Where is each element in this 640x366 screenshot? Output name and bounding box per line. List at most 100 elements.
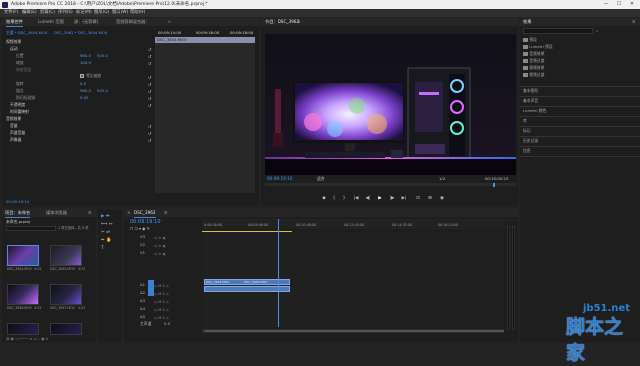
menu-graphics[interactable]: 图形(G) [94, 9, 109, 17]
fx-position-x-value[interactable]: 960.0 [80, 53, 91, 59]
timeline-tool-icons[interactable]: ⊓ ⊐ ▾ ◆ ✎ [130, 226, 150, 231]
panel-lumetri-color[interactable]: Lumetri 颜色 [523, 108, 546, 114]
track-label-v2[interactable]: V2 [140, 242, 145, 248]
step-forward-icon[interactable]: |▶ [389, 196, 395, 202]
effects-folder-video-effects[interactable]: 视频效果 [523, 65, 544, 71]
razor-tool-icon[interactable]: ✂ [101, 229, 105, 237]
track-label-a5[interactable]: A5 [140, 314, 145, 320]
clip-thumbnail[interactable] [50, 245, 82, 266]
timeline-playhead[interactable] [278, 219, 279, 327]
clip-thumbnail[interactable] [7, 245, 39, 266]
panel-history[interactable]: 历史记录 [523, 138, 538, 144]
track-label-a2[interactable]: A2 [140, 290, 145, 296]
go-to-out-icon[interactable]: ▶| [401, 196, 407, 202]
selection-tool-icon[interactable]: ▶ [101, 213, 104, 221]
fx-motion-label[interactable]: 运动 [10, 46, 18, 52]
fx-anchor-x-value[interactable]: 960.0 [80, 88, 91, 94]
panel-expand-icon[interactable]: » [168, 18, 171, 26]
play-icon[interactable]: ▶ [377, 196, 383, 202]
add-marker-icon[interactable]: ◆ [321, 196, 327, 202]
uniform-scale-checkbox[interactable] [80, 74, 84, 78]
track-select-tool-icon[interactable]: ⇹ [106, 213, 110, 221]
effects-folder-presets[interactable]: 预设 [523, 37, 537, 43]
menu-file[interactable]: 文件(F) [4, 9, 18, 17]
timeline-close-icon[interactable]: × [127, 209, 131, 217]
sequence-clip-label[interactable]: DSC_3962 * DSC_3654.MOV [54, 30, 107, 36]
go-to-in-icon[interactable]: |◀ [353, 196, 359, 202]
effects-folder-lumetri[interactable]: Lumetri 预设 [523, 44, 553, 50]
fx-position-y-value[interactable]: 540.0 [97, 53, 108, 59]
clip-thumbnail[interactable] [7, 323, 39, 335]
tab-effect-controls[interactable]: 效果控件 [6, 18, 23, 27]
fx-opacity-label[interactable]: 不透明度 [10, 102, 25, 108]
mark-out-icon[interactable]: } [341, 196, 347, 202]
effect-controls-time[interactable]: 00:09:19:10 [6, 199, 29, 205]
slip-tool-icon[interactable]: ⇌ [106, 229, 110, 237]
tab-audio-clip-mixer[interactable]: 音频剪辑混合器： [116, 18, 150, 26]
effects-folder-audio-effects[interactable]: 音频效果 [523, 51, 544, 57]
menu-edit[interactable]: 编辑(E) [22, 9, 37, 17]
reset-icons-column[interactable]: ↺ ↺ ↺ ↺ ↺ ↺ ↺ ↺ ↺ ↺ ↺ [148, 46, 153, 146]
timeline-scroll-thumb[interactable] [204, 330, 504, 332]
ripple-edit-tool-icon[interactable]: ⟺ [101, 221, 107, 229]
tab-sequence[interactable]: DSC_3962 [134, 209, 156, 218]
program-scrubber[interactable] [265, 183, 516, 186]
tab-media-browser[interactable]: 媒体浏览器 [46, 209, 67, 217]
tab-lumetri-scopes[interactable]: Lumetri 范围 [38, 18, 64, 26]
keyframe-area[interactable] [155, 43, 255, 193]
effects-folder-video-transitions[interactable]: 视频过渡 [523, 72, 544, 78]
menu-clip[interactable]: 剪辑(C) [40, 9, 55, 17]
menu-help[interactable]: 帮助(H) [130, 9, 145, 17]
step-back-icon[interactable]: ◀| [365, 196, 371, 202]
minimize-button[interactable]: — [600, 0, 612, 9]
timeline-menu-icon[interactable]: ≡ [164, 209, 168, 217]
tab-program[interactable]: 节目：DSC_3962 [265, 18, 299, 26]
timeline-timecode[interactable]: 00:09:19:10 [130, 219, 161, 225]
program-timecode[interactable]: 00:09:19:10 [267, 176, 293, 182]
panel-info[interactable]: 信息 [523, 148, 531, 154]
fx-scale-value[interactable]: 100.0 [80, 60, 91, 66]
program-playhead[interactable] [493, 183, 495, 187]
fx-volume-label[interactable]: 音量 [10, 123, 18, 129]
project-search-input[interactable] [6, 226, 56, 231]
fx-channel-volume-label[interactable]: 声道音量 [10, 130, 25, 136]
fx-anchor-y-value[interactable]: 540.0 [97, 88, 108, 94]
type-tool-icon[interactable]: T [101, 245, 104, 253]
fx-time-remap-label[interactable]: 时间重映射 [10, 109, 29, 115]
project-menu-icon[interactable]: ≡ [88, 209, 92, 217]
track-label-a1[interactable]: A1 [140, 282, 145, 288]
tab-effects[interactable]: 效果 [523, 18, 531, 26]
program-menu-icon[interactable]: ≡ [297, 18, 301, 26]
menu-sequence[interactable]: 序列(S) [58, 9, 73, 17]
export-frame-icon[interactable]: ◉ [439, 196, 445, 202]
clip-thumbnail[interactable] [50, 323, 82, 335]
fx-anti-flicker-value[interactable]: 0.00 [80, 95, 88, 101]
effects-search-input[interactable] [523, 28, 593, 34]
track-label-a4[interactable]: A4 [140, 306, 145, 312]
maximize-button[interactable]: ☐ [613, 0, 625, 9]
effects-folder-audio-transitions[interactable]: 音频过渡 [523, 58, 544, 64]
tab-project[interactable]: 项目：未命名 [5, 209, 31, 218]
lift-icon[interactable]: ⊡ [415, 196, 421, 202]
quality-dropdown[interactable]: 1/2 [439, 176, 445, 182]
panel-markers[interactable]: 标记 [523, 128, 531, 134]
project-footer-toolbar[interactable]: ▤ ▦ ─○──── ≡ ▭ ⌕ ▣ ✕ [6, 337, 92, 341]
fx-panner-label[interactable]: 声像器 [10, 137, 21, 143]
tab-source[interactable]: 源：(无剪辑) [74, 18, 98, 26]
fx-rotation-value[interactable]: 0.0 [80, 81, 86, 87]
track-label-v1[interactable]: V1 [140, 250, 145, 256]
pen-tool-icon[interactable]: ✒ [101, 237, 105, 245]
menu-marker[interactable]: 标记(M) [76, 9, 92, 17]
hand-tool-icon[interactable]: ✋ [106, 237, 112, 245]
close-button[interactable]: ✕ [626, 0, 638, 9]
mark-in-icon[interactable]: { [331, 196, 337, 202]
fit-dropdown[interactable]: 适合 [317, 176, 325, 182]
track-label-v3[interactable]: V3 [140, 234, 145, 240]
track-label-a3[interactable]: A3 [140, 298, 145, 304]
master-track-value[interactable]: 0.0 [164, 321, 170, 327]
effects-menu-icon[interactable]: ≡ [632, 18, 636, 26]
master-clip-label[interactable]: 主要 * DSC_3654.MOV [6, 30, 47, 36]
program-video-frame[interactable] [265, 34, 516, 175]
menu-window[interactable]: 窗口(W) [112, 9, 128, 17]
clip-thumbnail[interactable] [50, 284, 82, 305]
